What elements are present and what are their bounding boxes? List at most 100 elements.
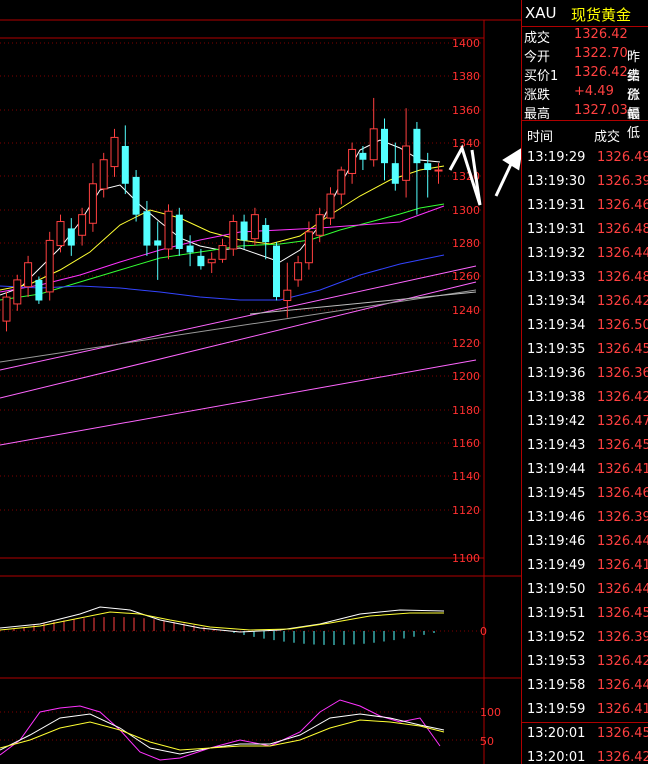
candle-body bbox=[154, 240, 162, 246]
tick-price: 1326.48 bbox=[597, 222, 648, 237]
tick-row[interactable]: 13:19:51 1326.45 bbox=[522, 602, 648, 626]
tick-row[interactable]: 13:19:42 1326.47 bbox=[522, 410, 648, 434]
quote-panel: XAU 现货黄金 成交 1326.42 今开 1322.70 昨结 买价1 13… bbox=[521, 0, 648, 764]
y-tick-label: 1140 bbox=[452, 470, 480, 483]
quote-value: 1322.70 bbox=[574, 46, 628, 61]
tick-row[interactable]: 13:19:29 1326.49 bbox=[522, 146, 648, 170]
candle-body bbox=[424, 163, 432, 171]
y-tick-label: 1200 bbox=[452, 370, 480, 383]
candle-body bbox=[197, 255, 205, 267]
candle-body bbox=[283, 289, 292, 302]
tick-row[interactable]: 13:19:59 1326.41 bbox=[522, 698, 648, 722]
ticks-header-time: 时间 bbox=[527, 130, 554, 145]
tick-price: 1326.44 bbox=[597, 246, 648, 261]
tick-row[interactable]: 13:19:46 1326.39 bbox=[522, 506, 648, 530]
candle-body bbox=[45, 239, 54, 293]
candle-body bbox=[294, 262, 303, 281]
tick-time: 13:19:35 bbox=[527, 342, 586, 357]
tick-row[interactable]: 13:19:35 1326.45 bbox=[522, 338, 648, 362]
tick-time: 13:19:53 bbox=[527, 654, 586, 669]
y-tick-label: 1400 bbox=[452, 37, 480, 50]
quote-value: 1326.42 bbox=[574, 27, 628, 42]
candle-body bbox=[121, 146, 129, 184]
tick-row[interactable]: 13:19:43 1326.45 bbox=[522, 434, 648, 458]
tick-price: 1326.46 bbox=[597, 486, 648, 501]
tick-row[interactable]: 13:19:45 1326.46 bbox=[522, 482, 648, 506]
tick-time: 13:19:36 bbox=[527, 366, 586, 381]
candle-body bbox=[88, 183, 97, 224]
tick-price: 1326.46 bbox=[597, 198, 648, 213]
tick-time: 13:19:51 bbox=[527, 606, 586, 621]
tick-price: 1326.45 bbox=[597, 606, 648, 621]
tick-row[interactable]: 13:19:46 1326.44 bbox=[522, 530, 648, 554]
tick-row[interactable]: 13:19:44 1326.41 bbox=[522, 458, 648, 482]
quote-row: 涨跌 +4.49 涨幅 bbox=[522, 83, 648, 122]
tick-row[interactable]: 13:19:52 1326.39 bbox=[522, 626, 648, 650]
quote-label: 买价1 bbox=[524, 69, 559, 84]
quote-row: 今开 1322.70 昨结 bbox=[522, 45, 648, 84]
symbol-name: 现货黄金 bbox=[571, 6, 632, 24]
candle-body bbox=[413, 128, 421, 164]
y-tick-label: 1120 bbox=[452, 504, 480, 517]
macd-zero-label: 0 bbox=[480, 625, 487, 638]
quote-value: 1327.03 bbox=[574, 103, 628, 118]
candle-body bbox=[24, 262, 33, 288]
chart-area[interactable]: 1400 1380 1360 1340 1320 1300 1280 1260 … bbox=[0, 0, 521, 764]
tick-row[interactable]: 13:19:31 1326.46 bbox=[522, 194, 648, 218]
candle-body bbox=[78, 214, 87, 236]
tick-row[interactable]: 13:19:38 1326.42 bbox=[522, 386, 648, 410]
candle-body bbox=[240, 221, 248, 241]
candle-body bbox=[229, 221, 238, 250]
tick-row[interactable]: 13:19:53 1326.42 bbox=[522, 650, 648, 674]
tick-time: 13:19:46 bbox=[527, 510, 586, 525]
y-tick-label: 1380 bbox=[452, 70, 480, 83]
tick-time: 13:19:42 bbox=[527, 414, 586, 429]
tick-row[interactable]: 13:19:32 1326.44 bbox=[522, 242, 648, 266]
candle-body bbox=[207, 258, 216, 264]
candle-body bbox=[35, 279, 43, 301]
tick-row[interactable]: 13:19:33 1326.48 bbox=[522, 266, 648, 290]
tick-row[interactable]: 13:19:30 1326.39 bbox=[522, 170, 648, 194]
tick-price: 1326.44 bbox=[597, 678, 648, 693]
candle-body bbox=[348, 148, 357, 174]
quote-value: 1326.42 bbox=[574, 65, 628, 80]
tick-price: 1326.41 bbox=[597, 558, 648, 573]
candle-body bbox=[186, 245, 194, 253]
candle-body bbox=[434, 169, 443, 172]
tick-row[interactable]: 13:19:34 1326.42 bbox=[522, 290, 648, 314]
tick-price: 1326.39 bbox=[597, 174, 648, 189]
quote-row: 最高 1327.03 最低 bbox=[522, 102, 648, 141]
candle-body bbox=[13, 279, 22, 305]
tick-time: 13:19:44 bbox=[527, 462, 586, 477]
tick-time: 13:19:45 bbox=[527, 486, 586, 501]
y-tick-label: 1280 bbox=[452, 237, 480, 250]
candle-body bbox=[56, 221, 65, 247]
tick-row[interactable]: 13:19:50 1326.44 bbox=[522, 578, 648, 602]
candle-body bbox=[250, 214, 259, 240]
tick-price: 1326.45 bbox=[597, 726, 648, 741]
tick-row[interactable]: 13:20:01 1326.45 bbox=[522, 722, 648, 746]
y-tick-label: 1220 bbox=[452, 337, 480, 350]
tick-row[interactable]: 13:20:01 1326.42 bbox=[522, 746, 648, 764]
tick-price: 1326.42 bbox=[597, 294, 648, 309]
tick-time: 13:19:34 bbox=[527, 294, 586, 309]
tick-row[interactable]: 13:19:31 1326.48 bbox=[522, 218, 648, 242]
tick-row[interactable]: 13:19:58 1326.44 bbox=[522, 674, 648, 698]
tick-price: 1326.39 bbox=[597, 510, 648, 525]
tick-row[interactable]: 13:19:49 1326.41 bbox=[522, 554, 648, 578]
tick-row[interactable]: 13:19:36 1326.36 bbox=[522, 362, 648, 386]
tick-time: 13:19:38 bbox=[527, 390, 586, 405]
tick-row[interactable]: 13:19:34 1326.50 bbox=[522, 314, 648, 338]
tick-time: 13:20:01 bbox=[527, 750, 586, 764]
candle-body bbox=[262, 224, 270, 243]
candle-body bbox=[381, 128, 388, 164]
tick-time: 13:19:29 bbox=[527, 150, 586, 165]
tick-time: 13:20:01 bbox=[527, 726, 586, 741]
candle-body bbox=[391, 163, 399, 184]
candle-body bbox=[164, 210, 173, 250]
tick-price: 1326.42 bbox=[597, 654, 648, 669]
kdj-label-50: 50 bbox=[480, 735, 494, 748]
candle-body bbox=[315, 214, 324, 236]
quote-value: +4.49 bbox=[574, 84, 614, 99]
tick-price: 1326.47 bbox=[597, 414, 648, 429]
